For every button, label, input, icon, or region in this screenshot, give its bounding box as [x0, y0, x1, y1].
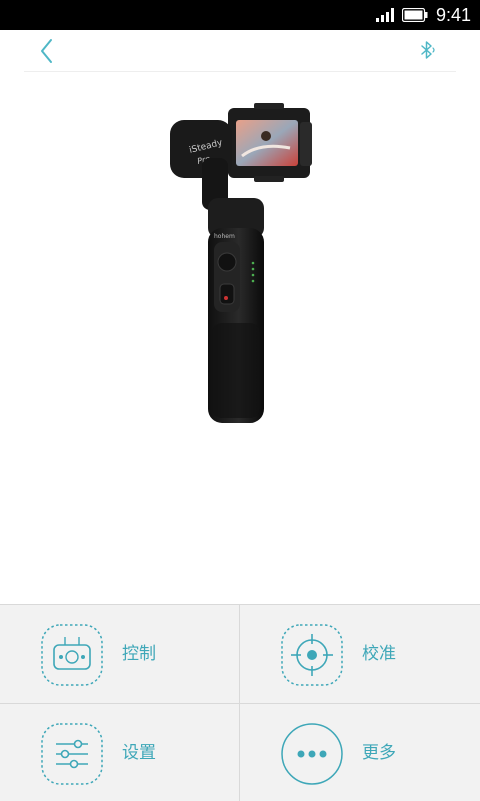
- sliders-icon: [41, 723, 103, 785]
- gamepad-icon: [41, 624, 103, 686]
- menu-item-calibrate[interactable]: 校准: [240, 605, 479, 702]
- status-bar: 9:41: [0, 0, 480, 30]
- menu-item-label: 控制: [122, 644, 156, 664]
- menu-item-settings[interactable]: 设置: [0, 704, 239, 801]
- feature-menu: 控制 校准 设置 更多: [0, 604, 480, 801]
- gimbal-product-image: iSteady Pro hohem: [170, 103, 312, 423]
- back-chevron-icon[interactable]: [36, 38, 58, 64]
- menu-item-more[interactable]: 更多: [240, 704, 479, 801]
- status-time: 9:41: [436, 5, 472, 25]
- menu-item-label: 设置: [122, 743, 156, 763]
- menu-item-control[interactable]: 控制: [0, 605, 239, 702]
- more-dots-icon: [281, 723, 343, 785]
- bluetooth-icon[interactable]: [419, 40, 437, 60]
- nav-divider: [24, 71, 456, 72]
- nav-bar: [0, 30, 480, 74]
- signal-icon: [376, 8, 394, 22]
- svg-text:hohem: hohem: [214, 233, 235, 240]
- battery-icon: [402, 8, 428, 22]
- menu-item-label: 更多: [362, 743, 396, 763]
- menu-item-label: 校准: [362, 644, 396, 664]
- crosshair-icon: [281, 624, 343, 686]
